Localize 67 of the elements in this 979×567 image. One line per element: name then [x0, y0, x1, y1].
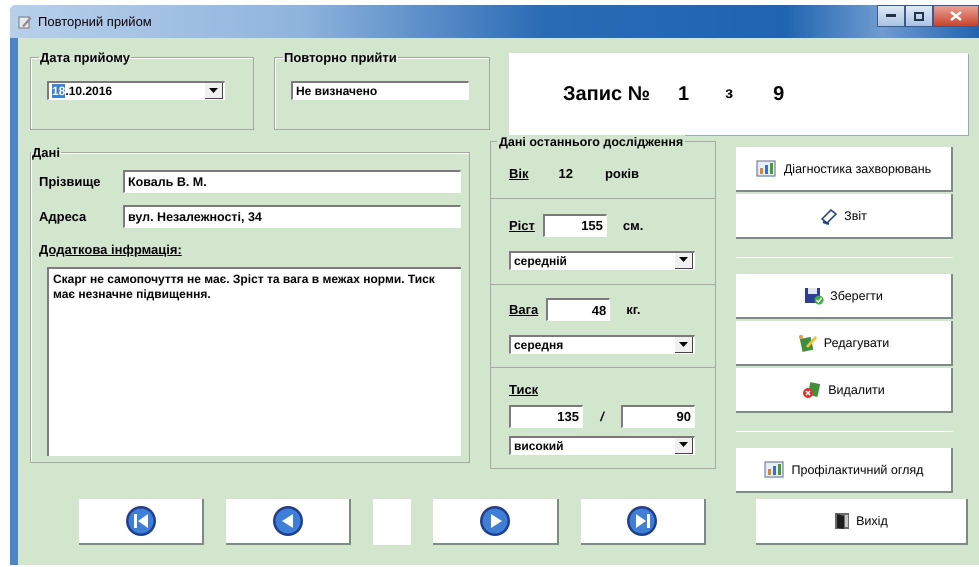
group-title: Повторно прийти: [283, 50, 398, 65]
height-unit: см.: [622, 218, 644, 232]
age-label: Вік: [509, 166, 529, 180]
dropdown[interactable]: середня: [509, 335, 695, 354]
pressure-label: Тиск: [509, 382, 538, 396]
close-button[interactable]: [933, 5, 979, 27]
nav-button[interactable]: [580, 499, 706, 545]
date-picker[interactable]: 18.10.2016: [47, 81, 225, 100]
group-title: Дані останнього дослідження: [497, 135, 686, 149]
minimize-icon: [886, 14, 896, 18]
height-field[interactable]: 155: [542, 214, 607, 236]
action-button[interactable]: Видалити: [736, 368, 953, 413]
nav-button[interactable]: [433, 499, 559, 545]
notes-field[interactable]: Скарг не самопочуття не має. Зріст та вага в межах норми. Тиск має незначне підвищення.: [47, 267, 461, 456]
nav-button[interactable]: [79, 499, 204, 545]
close-icon: [950, 11, 962, 21]
action-button[interactable]: Профілактичний огляд: [736, 448, 953, 493]
door-icon: [834, 512, 850, 530]
chart-icon: [756, 160, 778, 178]
notes-label: Додаткова інфрмація:: [39, 242, 183, 257]
notepad-icon: [820, 206, 838, 224]
skip-back-icon: [124, 505, 157, 537]
maximize-button[interactable]: [905, 5, 933, 27]
minimize-button[interactable]: [877, 5, 905, 27]
action-button[interactable]: Редагувати: [736, 321, 953, 366]
group-title: Дані: [31, 145, 61, 160]
systolic-field[interactable]: 135: [509, 404, 583, 428]
record-total: 9: [773, 82, 784, 106]
dropdown[interactable]: високий: [509, 436, 695, 454]
record-label: Запис №: [563, 82, 650, 106]
age-unit: років: [604, 166, 639, 180]
pencil-paper-icon: [798, 334, 818, 352]
field-label: Адреса: [39, 209, 88, 224]
action-button[interactable]: Діагностика захворювань: [736, 147, 953, 192]
age-value: 12: [558, 166, 573, 180]
dropdown-arrow-icon: [209, 88, 218, 94]
window-title: Повторний прийом: [38, 14, 153, 29]
weight-unit: кг.: [626, 302, 640, 317]
return-field[interactable]: Не визначено: [291, 81, 469, 100]
text-field[interactable]: Коваль В. М.: [123, 170, 461, 193]
record-number: 1: [678, 82, 690, 106]
record-of: з: [725, 85, 734, 103]
maximize-icon: [914, 12, 924, 20]
dropdown-arrow-icon: [679, 442, 688, 448]
nav-button[interactable]: [226, 499, 352, 545]
delete-icon: [802, 380, 822, 398]
dropdown-arrow-icon: [679, 342, 688, 348]
chart-icon: [764, 460, 786, 478]
dropdown[interactable]: середній: [509, 250, 695, 270]
app-icon: [18, 14, 32, 28]
floppy-disk-icon: [804, 286, 824, 304]
record-field[interactable]: [373, 499, 412, 545]
action-button[interactable]: Звіт: [736, 194, 953, 239]
exit-button[interactable]: Вихід: [756, 499, 968, 545]
group-title: Дата прийому: [39, 50, 131, 65]
weight-label: Вага: [509, 302, 538, 317]
skip-forward-icon: [626, 505, 658, 537]
play-icon: [479, 505, 511, 537]
diastolic-field[interactable]: 90: [621, 404, 695, 428]
weight-field[interactable]: 48: [546, 298, 610, 321]
text-field[interactable]: вул. Незалежності, 34: [123, 205, 461, 228]
dropdown-arrow-icon: [679, 257, 688, 263]
pressure-separator: /: [598, 408, 606, 424]
field-label: Прізвище: [39, 174, 102, 189]
height-label: Ріст: [509, 218, 535, 232]
action-button[interactable]: Зберегти: [736, 274, 953, 319]
back-icon: [272, 505, 304, 537]
